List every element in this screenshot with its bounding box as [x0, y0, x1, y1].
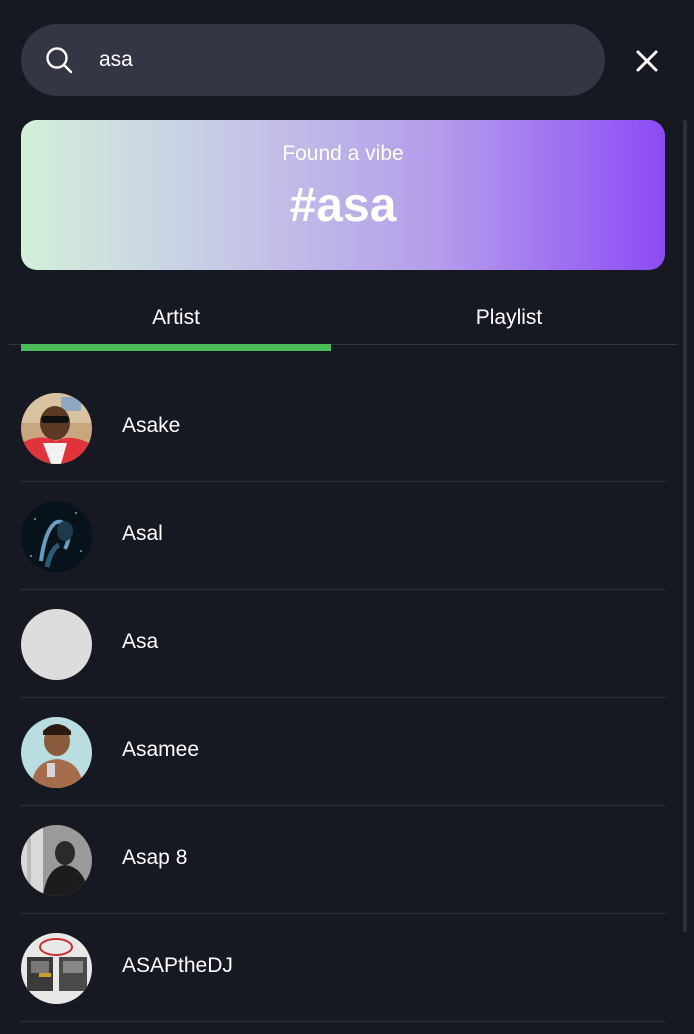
- search-icon: [46, 47, 73, 74]
- artist-name: ASAPtheDJ: [122, 954, 233, 977]
- avatar: [21, 609, 92, 680]
- search-input[interactable]: [99, 42, 579, 78]
- list-item[interactable]: Asap 8: [21, 806, 665, 914]
- tab-bar: Artist Playlist: [9, 290, 677, 345]
- close-icon: [636, 50, 658, 72]
- artist-name: Asa: [122, 630, 159, 653]
- list-item[interactable]: Asa: [21, 590, 665, 698]
- avatar: [21, 501, 92, 572]
- list-item[interactable]: ASAPtheDJ: [21, 914, 665, 1022]
- artist-name: Asake: [122, 414, 181, 437]
- artist-name: Asamee: [122, 738, 200, 761]
- avatar: [21, 825, 92, 896]
- artist-list: Asake Asal Asa Asamee Asap 8 ASAPtheDJ: [21, 374, 665, 1022]
- artist-name: Asap 8: [122, 846, 188, 869]
- artist-name: Asal: [122, 522, 163, 545]
- tab-artist[interactable]: Artist: [21, 290, 331, 344]
- list-item[interactable]: Asal: [21, 482, 665, 590]
- avatar: [21, 933, 92, 1004]
- search-page: Found a vibe #asa Artist Playlist Asake: [0, 0, 694, 1034]
- avatar: [21, 717, 92, 788]
- scrollbar[interactable]: [683, 120, 687, 932]
- tab-playlist[interactable]: Playlist: [354, 290, 664, 344]
- list-item[interactable]: Asamee: [21, 698, 665, 806]
- close-button[interactable]: [628, 42, 666, 80]
- avatar: [21, 393, 92, 464]
- search-bar[interactable]: [21, 24, 605, 96]
- vibe-card[interactable]: Found a vibe #asa: [21, 120, 665, 270]
- vibe-tag: #asa: [289, 179, 397, 232]
- active-tab-indicator: [21, 344, 331, 351]
- list-item[interactable]: Asake: [21, 374, 665, 482]
- vibe-subtitle: Found a vibe: [282, 142, 404, 165]
